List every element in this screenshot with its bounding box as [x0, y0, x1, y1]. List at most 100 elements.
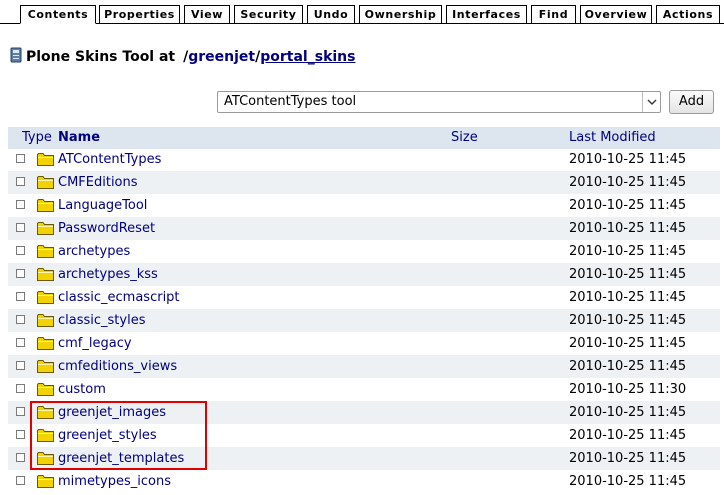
row-checkbox[interactable] [16, 200, 25, 209]
table-row: classic_styles 2010-10-25 11:45 [8, 309, 720, 332]
tab-properties[interactable]: Properties [99, 5, 180, 23]
tab-interfaces[interactable]: Interfaces [446, 5, 527, 23]
row-name-link[interactable]: cmfeditions_views [58, 355, 177, 378]
row-name-link[interactable]: PasswordReset [58, 217, 155, 240]
tab-actions[interactable]: Actions [656, 5, 720, 23]
table-row: ATContentTypes 2010-10-25 11:45 [8, 148, 720, 171]
tab-undo[interactable]: Undo [307, 5, 355, 23]
row-name-link[interactable]: greenjet_styles [58, 424, 157, 447]
folder-icon[interactable] [37, 336, 54, 350]
table-row: classic_ecmascript 2010-10-25 11:45 [8, 286, 720, 309]
row-last-modified: 2010-10-25 11:45 [569, 336, 687, 351]
table-header: Type Name Size Last Modified [8, 127, 720, 149]
row-name-link[interactable]: archetypes [58, 240, 130, 263]
table-row: cmfeditions_views 2010-10-25 11:45 [8, 355, 720, 378]
table-row: greenjet_styles 2010-10-25 11:45 [8, 424, 720, 447]
add-button[interactable]: Add [669, 90, 714, 114]
row-name-link[interactable]: custom [58, 378, 106, 401]
row-name-link[interactable]: classic_styles [58, 309, 145, 332]
row-checkbox[interactable] [16, 269, 25, 278]
tab-overview[interactable]: Overview [580, 5, 652, 23]
row-last-modified: 2010-10-25 11:45 [569, 152, 687, 167]
row-last-modified: 2010-10-25 11:45 [569, 359, 687, 374]
zmi-tab-bar: Contents Properties View Security Undo O… [0, 0, 724, 24]
row-name-link[interactable]: archetypes_kss [58, 263, 158, 286]
row-last-modified: 2010-10-25 11:45 [569, 451, 687, 466]
title-text: Plone Skins Tool at [26, 49, 176, 65]
row-last-modified: 2010-10-25 11:45 [569, 175, 687, 190]
folder-icon[interactable] [37, 290, 54, 304]
folder-icon[interactable] [37, 451, 54, 465]
header-size[interactable]: Size [451, 127, 478, 149]
row-last-modified: 2010-10-25 11:45 [569, 198, 687, 213]
row-checkbox[interactable] [16, 246, 25, 255]
table-row: PasswordReset 2010-10-25 11:45 [8, 217, 720, 240]
row-checkbox[interactable] [16, 177, 25, 186]
table-row: LanguageTool 2010-10-25 11:45 [8, 194, 720, 217]
row-checkbox[interactable] [16, 292, 25, 301]
row-last-modified: 2010-10-25 11:45 [569, 474, 687, 489]
folder-icon[interactable] [37, 175, 54, 189]
row-name-link[interactable]: greenjet_templates [58, 447, 184, 470]
row-name-link[interactable]: classic_ecmascript [58, 286, 180, 309]
table-row: greenjet_templates 2010-10-25 11:45 [8, 447, 720, 470]
folder-icon[interactable] [37, 221, 54, 235]
row-checkbox[interactable] [16, 430, 25, 439]
table-row: archetypes_kss 2010-10-25 11:45 [8, 263, 720, 286]
row-name-link[interactable]: greenjet_images [58, 401, 166, 424]
folder-icon[interactable] [37, 405, 54, 419]
row-last-modified: 2010-10-25 11:45 [569, 244, 687, 259]
folder-icon[interactable] [37, 382, 54, 396]
folder-icon[interactable] [37, 313, 54, 327]
row-last-modified: 2010-10-25 11:45 [569, 428, 687, 443]
header-last-modified[interactable]: Last Modified [569, 127, 656, 149]
tab-ownership[interactable]: Ownership [359, 5, 442, 23]
folder-icon[interactable] [37, 198, 54, 212]
table-row: archetypes 2010-10-25 11:45 [8, 240, 720, 263]
tab-baseline [0, 23, 724, 24]
tab-find[interactable]: Find [531, 5, 576, 23]
folder-icon[interactable] [37, 359, 54, 373]
row-last-modified: 2010-10-25 11:45 [569, 221, 687, 236]
chevron-down-icon[interactable] [642, 92, 660, 112]
row-last-modified: 2010-10-25 11:45 [569, 405, 687, 420]
row-name-link[interactable]: LanguageTool [58, 194, 147, 217]
row-last-modified: 2010-10-25 11:45 [569, 313, 687, 328]
page-title: Plone Skins Tool at/greenjet/portal_skin… [10, 45, 355, 69]
row-checkbox[interactable] [16, 407, 25, 416]
table-row: mimetypes_icons 2010-10-25 11:45 [8, 470, 720, 493]
folder-icon[interactable] [37, 474, 54, 488]
row-checkbox[interactable] [16, 154, 25, 163]
row-name-link[interactable]: ATContentTypes [58, 148, 161, 171]
row-checkbox[interactable] [16, 384, 25, 393]
tab-security[interactable]: Security [234, 5, 303, 23]
header-type[interactable]: Type [22, 127, 52, 149]
table-row: greenjet_images 2010-10-25 11:45 [8, 401, 720, 424]
folder-icon[interactable] [37, 428, 54, 442]
row-checkbox[interactable] [16, 453, 25, 462]
row-checkbox[interactable] [16, 315, 25, 324]
row-checkbox[interactable] [16, 476, 25, 485]
row-name-link[interactable]: mimetypes_icons [58, 470, 171, 493]
tab-contents[interactable]: Contents [20, 5, 96, 24]
add-type-select[interactable]: ATContentTypes tool [217, 91, 661, 113]
header-name[interactable]: Name [58, 127, 100, 149]
tab-view[interactable]: View [184, 5, 230, 23]
row-last-modified: 2010-10-25 11:45 [569, 290, 687, 305]
row-name-link[interactable]: cmf_legacy [58, 332, 132, 355]
breadcrumb-greenjet[interactable]: greenjet [188, 49, 255, 65]
row-checkbox[interactable] [16, 338, 25, 347]
row-name-link[interactable]: CMFEditions [58, 171, 138, 194]
row-checkbox[interactable] [16, 361, 25, 370]
table-row: custom 2010-10-25 11:30 [8, 378, 720, 401]
breadcrumb-portal-skins[interactable]: portal_skins [260, 49, 355, 65]
folder-icon[interactable] [37, 152, 54, 166]
row-last-modified: 2010-10-25 11:30 [569, 382, 687, 397]
table-row: cmf_legacy 2010-10-25 11:45 [8, 332, 720, 355]
folder-icon[interactable] [37, 244, 54, 258]
add-type-selected: ATContentTypes tool [224, 94, 357, 109]
table-row: CMFEditions 2010-10-25 11:45 [8, 171, 720, 194]
row-last-modified: 2010-10-25 11:45 [569, 267, 687, 282]
folder-icon[interactable] [37, 267, 54, 281]
row-checkbox[interactable] [16, 223, 25, 232]
